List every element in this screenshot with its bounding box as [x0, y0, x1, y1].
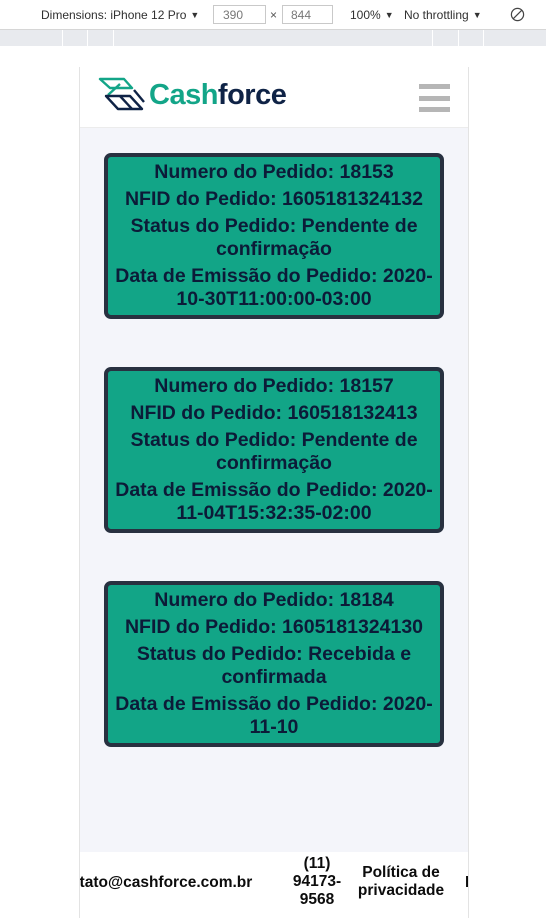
- order-number: Numero do Pedido: 18153: [154, 161, 394, 183]
- order-issue-date: Data de Emissão do Pedido: 2020-11-04T15…: [115, 479, 433, 524]
- order-card[interactable]: Numero do Pedido: 18184 NFID do Pedido: …: [104, 581, 444, 747]
- chevron-down-icon: ▼: [472, 10, 482, 20]
- order-card[interactable]: Numero do Pedido: 18157 NFID do Pedido: …: [104, 367, 444, 533]
- devtools-device-toolbar: Dimensions: iPhone 12 Pro ▼ 390 × 844 10…: [0, 0, 546, 30]
- footer-more-link[interactable]: L: [465, 874, 468, 892]
- device-dimensions-dropdown[interactable]: Dimensions: iPhone 12 Pro ▼: [41, 8, 199, 22]
- order-status: Status do Pedido: Pendente de confirmaçã…: [130, 429, 418, 474]
- logo-wordmark: Cashforce: [149, 78, 287, 111]
- device-height-input[interactable]: 844: [282, 5, 333, 24]
- order-nfid: NFID do Pedido: 160518132413: [130, 402, 418, 424]
- footer-privacy-policy-link[interactable]: Política de privacidade: [356, 864, 446, 900]
- throttling-dropdown[interactable]: No throttling ▼: [404, 8, 482, 22]
- zoom-label: 100%: [350, 8, 381, 22]
- dimension-separator: ×: [270, 8, 278, 22]
- chevron-down-icon: ▼: [384, 10, 394, 20]
- order-status: Status do Pedido: Pendente de confirmaçã…: [130, 215, 418, 260]
- rotate-icon[interactable]: [510, 7, 525, 22]
- order-number: Numero do Pedido: 18184: [154, 589, 394, 611]
- chevron-down-icon: ▼: [190, 10, 200, 20]
- site-header: Cashforce: [80, 67, 468, 128]
- footer-email-link[interactable]: contato@cashforce.com.br: [80, 874, 252, 892]
- media-query-ruler: [0, 30, 546, 46]
- site-footer: contato@cashforce.com.br (11) 94173-9568…: [80, 852, 468, 918]
- order-issue-date: Data de Emissão do Pedido: 2020-10-30T11…: [115, 265, 433, 310]
- order-issue-date: Data de Emissão do Pedido: 2020-11-10: [115, 693, 433, 738]
- order-status: Status do Pedido: Recebida e confirmada: [136, 643, 412, 688]
- order-number: Numero do Pedido: 18157: [154, 375, 394, 397]
- zoom-dropdown[interactable]: 100% ▼: [350, 8, 394, 22]
- footer-phone-link[interactable]: (11) 94173-9568: [286, 855, 348, 909]
- throttling-label: No throttling: [404, 8, 469, 22]
- device-width-input[interactable]: 390: [213, 5, 266, 24]
- order-nfid: NFID do Pedido: 1605181324130: [124, 616, 424, 638]
- order-card[interactable]: Numero do Pedido: 18153 NFID do Pedido: …: [104, 153, 444, 319]
- device-dimensions-label: Dimensions: iPhone 12 Pro: [41, 8, 187, 22]
- hamburger-menu-icon[interactable]: [419, 84, 450, 112]
- device-viewport: Cashforce Numero do Pedido: 18153 NFID d…: [79, 67, 469, 918]
- cashforce-logo[interactable]: Cashforce: [98, 76, 287, 114]
- logo-mark-icon: [98, 77, 145, 111]
- order-nfid: NFID do Pedido: 1605181324132: [124, 188, 424, 210]
